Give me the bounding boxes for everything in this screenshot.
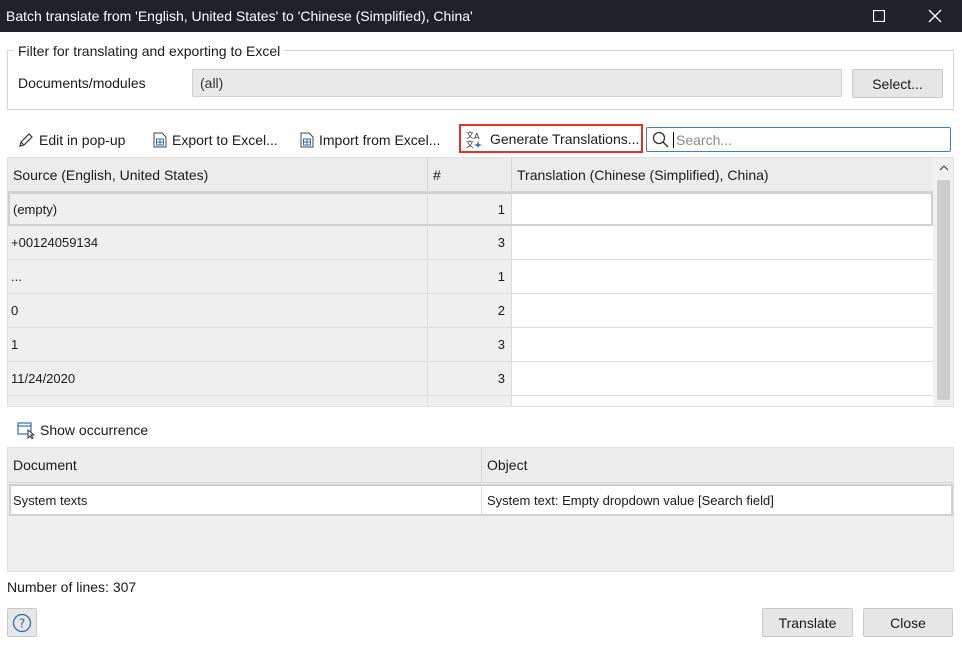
excel-import-icon <box>300 132 314 148</box>
edit-in-popup-button[interactable]: Edit in pop-up <box>18 128 125 152</box>
translation-cell[interactable] <box>512 362 933 396</box>
source-cell: ... <box>8 260 428 294</box>
table-row[interactable]: 11/24/2020 3 <box>8 362 933 396</box>
filter-legend: Filter for translating and exporting to … <box>14 43 285 59</box>
source-cell: 1 <box>8 328 428 362</box>
show-occurrence-label: Show occurrence <box>40 422 149 438</box>
column-header-document[interactable]: Document <box>8 448 482 483</box>
count-cell: 1 <box>428 192 512 226</box>
translation-cell[interactable] <box>512 328 933 362</box>
search-input[interactable] <box>676 131 936 148</box>
scroll-up-button[interactable] <box>933 158 953 178</box>
maximize-icon <box>873 10 885 22</box>
help-icon: ? <box>12 613 32 632</box>
svg-text:?: ? <box>19 616 25 630</box>
search-icon <box>647 131 673 148</box>
count-cell: 2 <box>428 294 512 328</box>
translation-cell[interactable] <box>512 294 933 328</box>
column-header-translation[interactable]: Translation (Chinese (Simplified), China… <box>512 158 933 192</box>
count-cell: 3 <box>428 328 512 362</box>
number-of-lines: Number of lines: 307 <box>7 579 137 595</box>
occurrence-grid: Document Object System texts System text… <box>7 447 954 572</box>
documents-label: Documents/modules <box>18 75 146 91</box>
show-occurrence-button[interactable]: Show occurrence <box>17 419 148 441</box>
source-cell: (empty) <box>8 192 428 226</box>
table-row[interactable]: 1 3 <box>8 328 933 362</box>
translate-button[interactable]: Translate <box>762 608 853 637</box>
document-cell: System texts <box>11 486 482 514</box>
translation-cell[interactable] <box>512 192 933 226</box>
documents-field[interactable]: (all) <box>192 69 842 97</box>
source-cell: +00124059134 <box>8 226 428 260</box>
scrollbar-thumb[interactable] <box>937 180 950 400</box>
title-bar: Batch translate from 'English, United St… <box>0 0 962 32</box>
generate-translations-button[interactable]: 文 A 文 Generate Translations... <box>459 124 643 153</box>
count-cell <box>428 396 512 406</box>
generate-translations-label: Generate Translations... <box>490 130 640 147</box>
grid-header: Source (English, United States) # Transl… <box>8 158 933 192</box>
export-to-excel-label: Export to Excel... <box>172 132 278 148</box>
table-row[interactable]: System texts System text: Empty dropdown… <box>9 484 953 516</box>
vertical-scrollbar[interactable] <box>933 158 953 406</box>
close-icon <box>928 9 942 23</box>
pencil-icon <box>19 133 33 147</box>
svg-text:文: 文 <box>466 130 474 140</box>
table-row-partial[interactable] <box>8 396 933 406</box>
show-occurrence-icon <box>17 422 36 439</box>
table-row[interactable]: +00124059134 3 <box>8 226 933 260</box>
search-box[interactable] <box>646 127 951 152</box>
svg-text:文: 文 <box>466 139 474 148</box>
import-from-excel-label: Import from Excel... <box>319 132 441 148</box>
window-title: Batch translate from 'English, United St… <box>6 8 473 24</box>
excel-export-icon <box>153 132 167 148</box>
translate-icon: 文 A 文 <box>466 130 482 148</box>
table-row[interactable]: 0 2 <box>8 294 933 328</box>
source-cell <box>8 396 428 406</box>
export-to-excel-button[interactable]: Export to Excel... <box>153 128 278 152</box>
source-cell: 11/24/2020 <box>8 362 428 396</box>
column-header-source[interactable]: Source (English, United States) <box>8 158 428 192</box>
column-header-count[interactable]: # <box>428 158 512 192</box>
close-window-button[interactable] <box>912 0 958 32</box>
translation-cell[interactable] <box>512 226 933 260</box>
close-button[interactable]: Close <box>863 608 953 637</box>
translation-cell[interactable] <box>512 260 933 294</box>
chevron-up-icon <box>939 165 948 171</box>
count-cell: 3 <box>428 226 512 260</box>
maximize-button[interactable] <box>856 0 902 32</box>
translation-cell[interactable] <box>512 396 933 406</box>
table-row[interactable]: ... 1 <box>8 260 933 294</box>
text-caret <box>673 131 674 148</box>
source-cell: 0 <box>8 294 428 328</box>
svg-text:A: A <box>474 132 480 141</box>
edit-in-popup-label: Edit in pop-up <box>39 132 126 148</box>
object-cell: System text: Empty dropdown value [Searc… <box>487 492 774 508</box>
table-row[interactable]: (empty) 1 <box>8 192 933 226</box>
count-cell: 3 <box>428 362 512 396</box>
translations-grid: Source (English, United States) # Transl… <box>7 157 954 407</box>
select-button[interactable]: Select... <box>852 69 943 98</box>
import-from-excel-button[interactable]: Import from Excel... <box>300 128 440 152</box>
count-cell: 1 <box>428 260 512 294</box>
column-header-object[interactable]: Object <box>482 448 953 483</box>
help-button[interactable]: ? <box>7 608 37 637</box>
